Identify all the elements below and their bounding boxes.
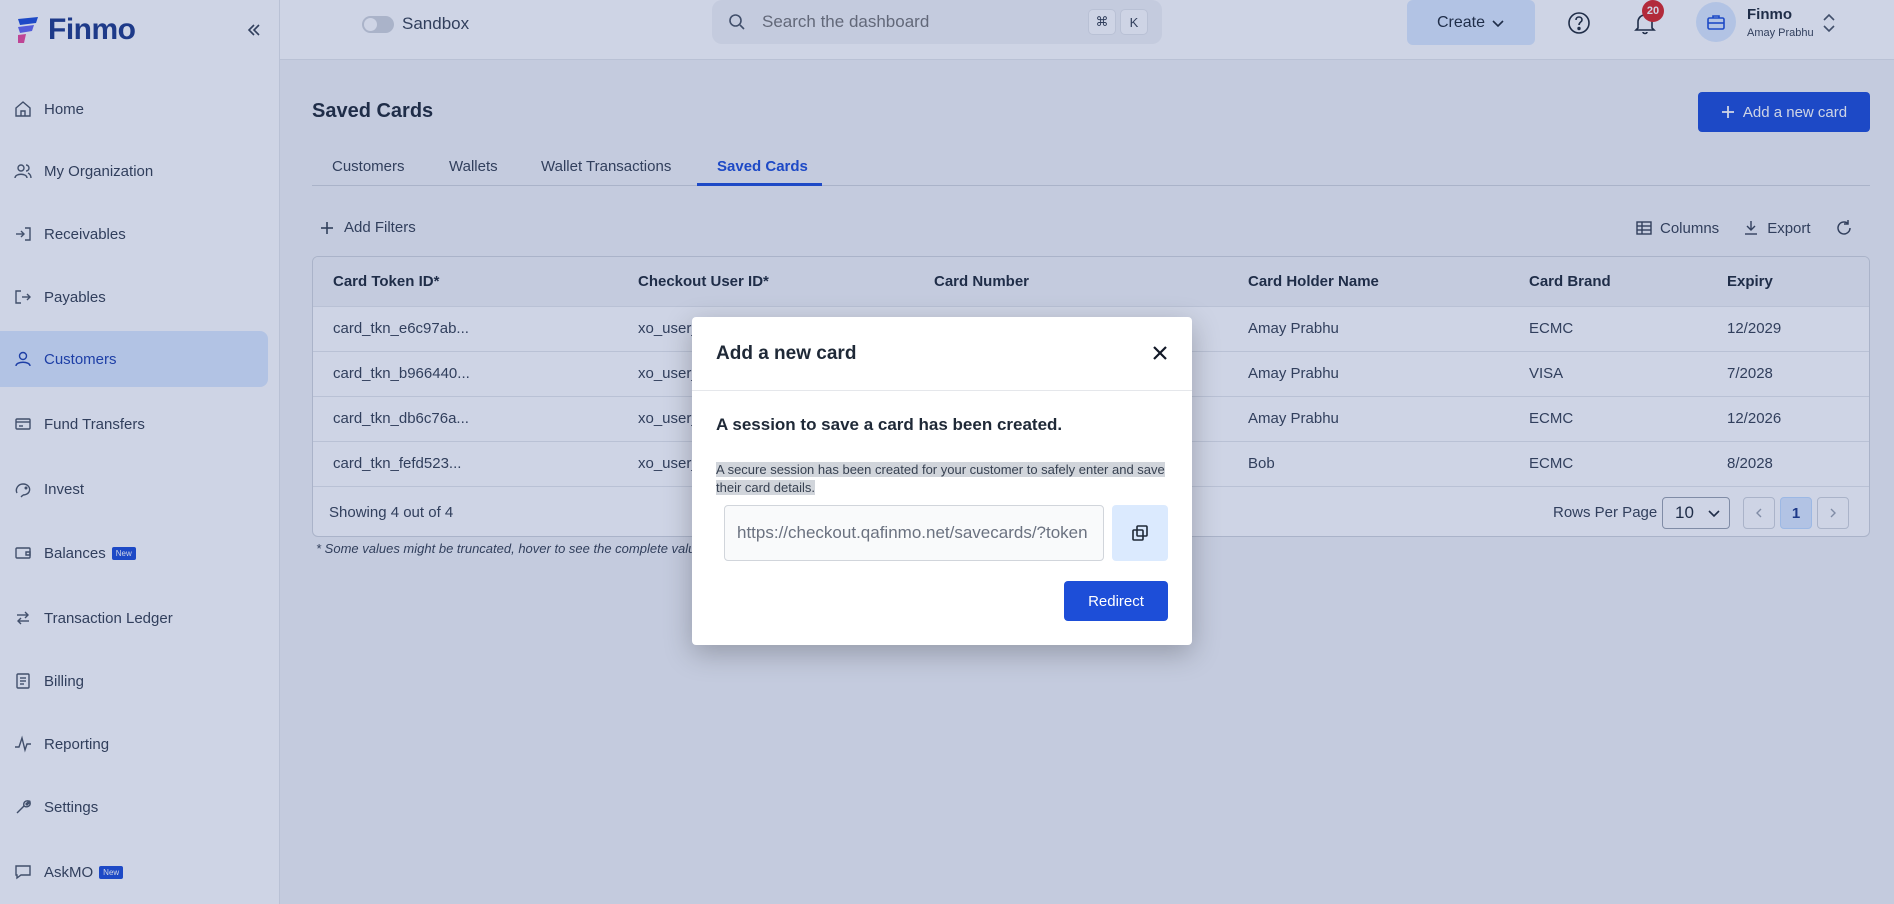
add-card-modal: Add a new card A session to save a card … bbox=[692, 317, 1192, 645]
modal-heading: A session to save a card has been create… bbox=[716, 415, 1063, 434]
modal-divider bbox=[692, 390, 1192, 391]
copy-icon bbox=[1132, 525, 1148, 541]
description-text: A secure session has been created for yo… bbox=[716, 462, 1165, 495]
modal-description: A secure session has been created for yo… bbox=[716, 461, 1166, 497]
copy-url-button[interactable] bbox=[1112, 505, 1168, 561]
close-icon bbox=[1153, 346, 1167, 360]
modal-title: Add a new card bbox=[716, 343, 857, 364]
session-url-field[interactable] bbox=[724, 505, 1104, 561]
redirect-label: Redirect bbox=[1088, 592, 1144, 610]
redirect-button[interactable]: Redirect bbox=[1064, 581, 1168, 621]
close-modal-button[interactable] bbox=[1148, 341, 1172, 365]
